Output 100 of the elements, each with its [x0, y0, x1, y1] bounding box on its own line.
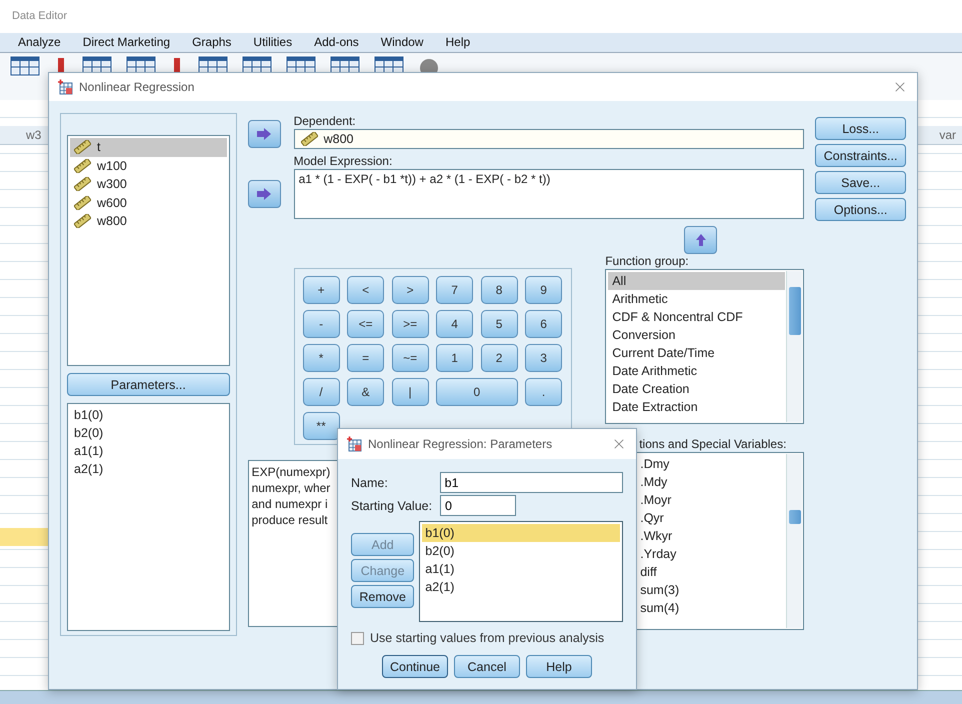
menu-item[interactable]: Direct Marketing — [82, 35, 170, 50]
arrow-up-icon — [696, 234, 706, 246]
parameter-item[interactable]: b1(0) — [70, 406, 211, 424]
keypad-key[interactable]: ** — [302, 412, 340, 440]
function-group-item[interactable]: Date Extraction — [608, 398, 786, 416]
side-button[interactable]: Loss... — [815, 117, 906, 140]
function-group-item[interactable]: Current Date/Time — [608, 344, 786, 362]
dependent-field[interactable]: w800 — [294, 129, 804, 149]
function-group-item[interactable]: CDF & Noncentral CDF — [608, 308, 786, 326]
ruler-icon — [74, 158, 91, 173]
parameter-item[interactable]: b2(0) — [422, 542, 620, 560]
ruler-icon — [300, 132, 318, 146]
parameter-item[interactable]: a1(1) — [70, 442, 211, 460]
model-expression-field[interactable]: a1 * (1 - EXP( - b1 *t)) + a2 * (1 - EXP( - b2 * t)) — [294, 169, 804, 219]
dialog-icon — [346, 436, 362, 452]
keypad-key[interactable]: + — [302, 276, 340, 304]
menu-item[interactable]: Analyze — [18, 35, 61, 50]
highlighted-cell — [0, 528, 48, 546]
keypad-key[interactable]: >= — [392, 310, 429, 338]
keypad-key[interactable]: / — [302, 378, 340, 406]
window-title: Nonlinear Regression: Parameters — [368, 437, 554, 451]
variable-item[interactable]: w100 — [70, 156, 227, 175]
menu-item[interactable]: Add-ons — [314, 35, 359, 50]
menu-item[interactable]: Utilities — [253, 35, 292, 50]
scrollbar[interactable] — [786, 454, 802, 628]
checkbox-label: Use starting values from previous analysis — [370, 631, 604, 645]
menu-item[interactable]: Window — [380, 35, 424, 50]
function-group-item[interactable]: Conversion — [608, 326, 786, 344]
function-group-item[interactable]: All — [608, 272, 786, 290]
table-icon[interactable] — [10, 56, 40, 76]
keypad-key[interactable]: <= — [347, 310, 384, 338]
keypad-key[interactable]: ~= — [392, 344, 429, 372]
keypad-key[interactable]: & — [347, 378, 384, 406]
move-button[interactable] — [248, 180, 281, 208]
parameter-action-button[interactable]: Remove — [351, 585, 414, 608]
dialog-button[interactable]: Help — [526, 655, 592, 678]
keypad-key[interactable]: 1 — [436, 344, 474, 372]
menu-item[interactable]: Help — [445, 35, 470, 50]
dialog-icon — [57, 79, 73, 95]
side-button[interactable]: Options... — [815, 198, 906, 221]
description-line: numexpr, wher — [252, 480, 330, 496]
functions-label: tions and Special Variables: — [639, 436, 786, 452]
parameters-button[interactable]: Parameters... — [67, 373, 230, 396]
dialog-button[interactable]: Cancel — [454, 655, 520, 678]
ruler-icon — [74, 214, 91, 228]
function-group-label: Function group: — [605, 253, 690, 269]
keypad-key[interactable]: 7 — [436, 276, 474, 304]
keypad-key[interactable]: - — [302, 310, 340, 338]
keypad-key[interactable]: 2 — [480, 344, 518, 372]
function-group-item[interactable]: Date Creation — [608, 380, 786, 398]
keypad-key[interactable]: = — [347, 344, 384, 372]
keypad-key[interactable]: 4 — [436, 310, 474, 338]
side-button[interactable]: Save... — [815, 171, 906, 194]
keypad-key[interactable]: 5 — [480, 310, 518, 338]
window-title: Nonlinear Regression — [79, 80, 196, 94]
variable-name: w100 — [97, 158, 127, 173]
keypad-key[interactable]: | — [392, 378, 429, 406]
keypad-key[interactable]: > — [392, 276, 429, 304]
function-group-item[interactable]: Date Arithmetic — [608, 362, 786, 380]
column-name: var — [939, 128, 956, 144]
keypad-key[interactable]: 0 — [436, 378, 518, 406]
keypad-key[interactable]: 8 — [480, 276, 518, 304]
name-label: Name: — [351, 476, 389, 490]
starting-value-label: Starting Value: — [351, 498, 434, 512]
keypad-key[interactable]: * — [302, 344, 340, 372]
variable-item[interactable]: w800 — [70, 212, 227, 230]
keypad-key[interactable]: 3 — [525, 344, 562, 372]
description-line: and numexpr i — [252, 496, 328, 512]
app-title: Data Editor — [11, 9, 68, 24]
keypad-key[interactable]: . — [525, 378, 562, 406]
column-name: w3 — [26, 128, 42, 144]
variable-name: w600 — [97, 196, 127, 210]
variable-item[interactable]: t — [70, 138, 227, 156]
name-field[interactable]: b1 — [440, 472, 623, 493]
keypad-key[interactable]: < — [347, 276, 384, 304]
keypad-key[interactable]: 6 — [525, 310, 562, 338]
variable-name: t — [97, 140, 100, 154]
parameter-item[interactable]: a1(1) — [422, 560, 620, 578]
variable-item[interactable]: w600 — [70, 194, 227, 212]
ruler-icon — [74, 196, 91, 210]
checkbox[interactable] — [351, 632, 364, 644]
variable-item[interactable]: w300 — [70, 175, 227, 194]
menu-item[interactable]: Graphs — [192, 35, 232, 50]
function-group-item[interactable]: Arithmetic — [608, 290, 786, 308]
dependent-label: Dependent: — [294, 113, 357, 129]
parameter-item[interactable]: a2(1) — [422, 578, 620, 596]
starting-value-field[interactable]: 0 — [440, 495, 516, 516]
keypad-key[interactable]: 9 — [525, 276, 562, 304]
move-button[interactable] — [248, 120, 281, 148]
insert-button[interactable] — [684, 226, 718, 254]
description-line: produce result — [252, 512, 328, 528]
model-expression-label: Model Expression: — [294, 153, 394, 169]
parameter-item[interactable]: b1(0) — [422, 524, 620, 542]
scrollbar[interactable] — [786, 271, 802, 422]
side-button[interactable]: Constraints... — [815, 144, 906, 167]
parameter-item[interactable]: a2(1) — [70, 460, 211, 478]
dialog-button[interactable]: Continue — [382, 655, 448, 678]
variable-name: w800 — [97, 214, 127, 228]
parameter-item[interactable]: b2(0) — [70, 424, 211, 442]
arrow-right-icon — [256, 128, 272, 140]
